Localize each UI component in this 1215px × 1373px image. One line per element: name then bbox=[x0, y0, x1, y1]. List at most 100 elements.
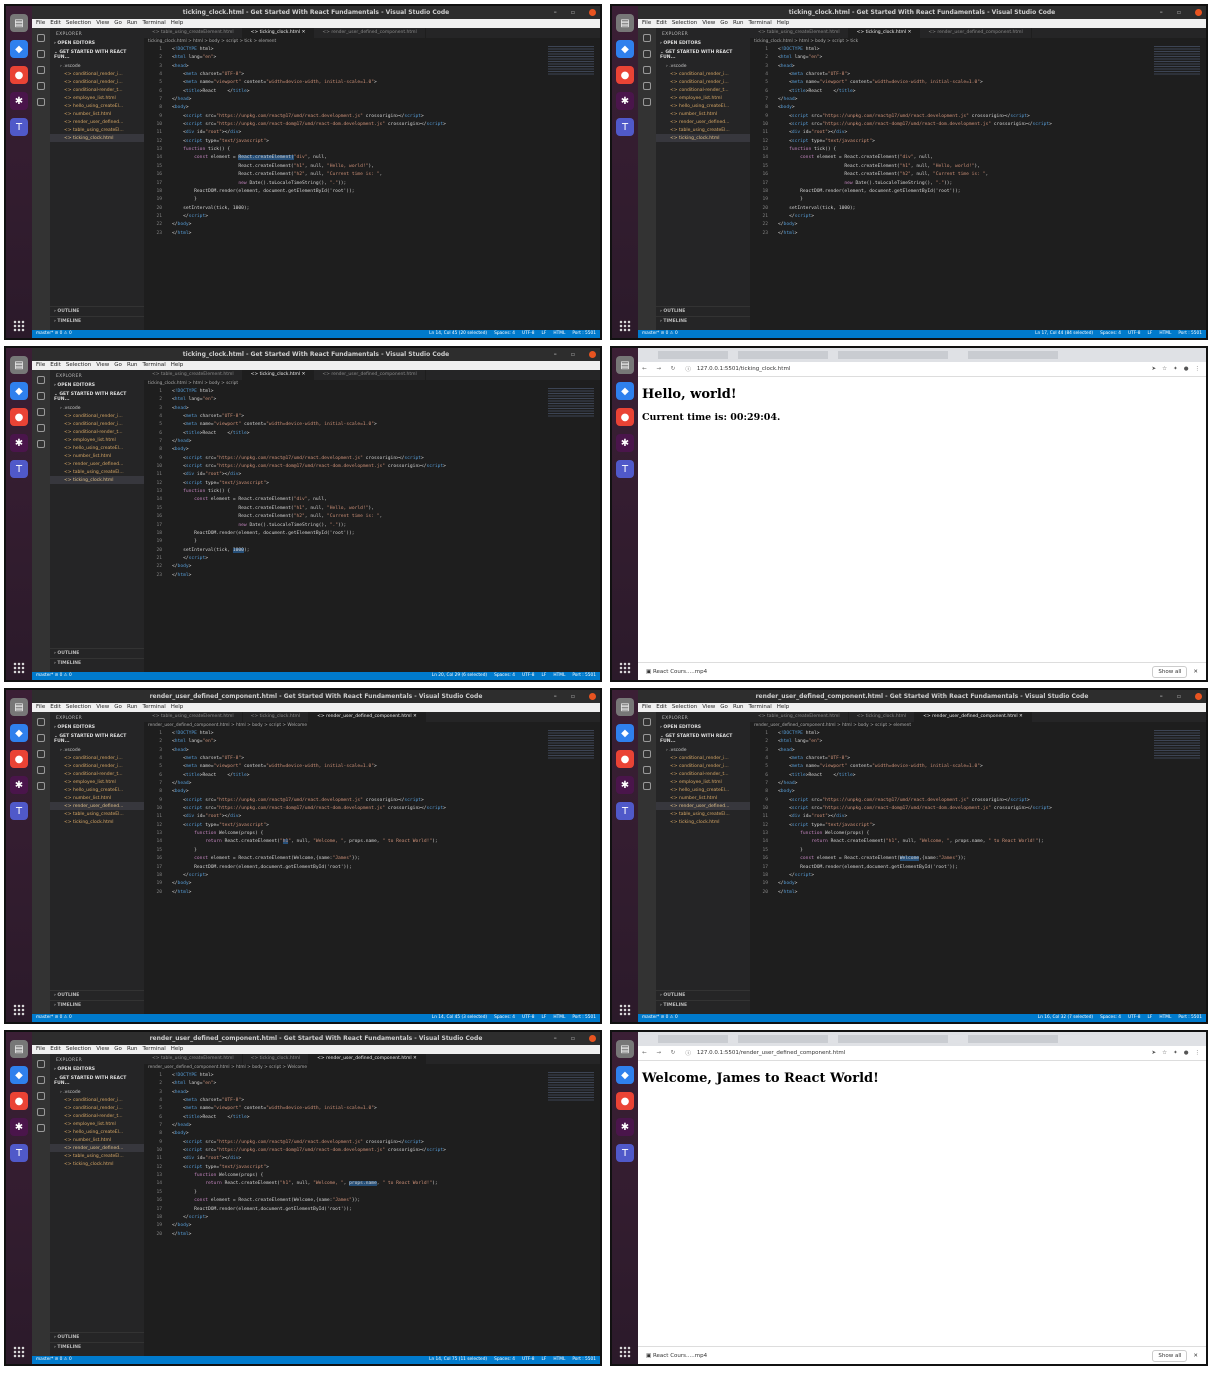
code-view[interactable]: 1 <!DOCTYPE html> 2 <html lang="en"> 3 <hea… bbox=[144, 388, 542, 672]
teams-icon[interactable]: T bbox=[616, 118, 634, 136]
editor-tab[interactable]: <> ticking_clock.html ✕ bbox=[848, 28, 921, 38]
window-controls[interactable]: – ▫ bbox=[554, 348, 596, 361]
file-item[interactable]: <> conditional-render_t... bbox=[50, 86, 144, 94]
extensions-icon[interactable]: ✦ bbox=[1173, 366, 1178, 372]
status-item[interactable]: Spaces: 4 bbox=[494, 1357, 515, 1362]
show-all-button[interactable]: Show all bbox=[1152, 1349, 1188, 1362]
editor-tab[interactable]: <> table_using_createElement.html bbox=[750, 28, 849, 38]
open-editors-section[interactable]: › OPEN EDITORS bbox=[656, 39, 750, 48]
file-item[interactable]: <> conditional_render_i... bbox=[50, 420, 144, 428]
cursor-position[interactable]: Ln 17, Col 44 (84 selected) bbox=[1035, 331, 1093, 336]
file-item[interactable]: <> table_using_createEl... bbox=[50, 126, 144, 134]
file-item[interactable]: <> conditional-render_t... bbox=[50, 1112, 144, 1120]
teams-icon[interactable]: T bbox=[616, 1144, 634, 1162]
menu-item[interactable]: Help bbox=[777, 704, 790, 710]
menu-item[interactable]: Go bbox=[720, 20, 728, 26]
minimap[interactable] bbox=[1154, 46, 1200, 76]
app-grid-icon[interactable] bbox=[13, 1004, 25, 1016]
file-item[interactable]: <> number_list.html bbox=[656, 110, 750, 118]
files-icon[interactable]: ▤ bbox=[10, 14, 28, 32]
editor-tab[interactable]: <> table_using_createElement.html bbox=[144, 712, 243, 722]
menu-item[interactable]: Terminal bbox=[142, 362, 165, 368]
branch-status[interactable]: master* ⊘ 0 ⚠ 0 bbox=[36, 672, 72, 680]
status-item[interactable]: LF bbox=[542, 331, 547, 336]
extensions-icon[interactable] bbox=[643, 782, 651, 790]
file-item[interactable]: <> number_list.html bbox=[50, 452, 144, 460]
status-item[interactable]: Port : 5501 bbox=[1178, 1015, 1202, 1020]
source-control-icon[interactable] bbox=[37, 408, 45, 416]
folder-item[interactable]: › .vscode bbox=[50, 404, 144, 412]
vscode-icon[interactable]: ◆ bbox=[10, 1066, 28, 1084]
cursor-position[interactable]: Ln 16, Col 32 (7 selected) bbox=[1038, 1015, 1093, 1020]
timeline-section[interactable]: › TIMELINE bbox=[50, 658, 144, 668]
slack-icon[interactable]: ✱ bbox=[10, 776, 28, 794]
source-control-icon[interactable] bbox=[37, 66, 45, 74]
menu-item[interactable]: File bbox=[36, 20, 45, 26]
vscode-icon[interactable]: ◆ bbox=[10, 382, 28, 400]
status-item[interactable]: HTML bbox=[1159, 1015, 1171, 1020]
status-item[interactable]: HTML bbox=[553, 1015, 565, 1020]
menu-item[interactable]: Edit bbox=[50, 362, 61, 368]
extensions-icon[interactable] bbox=[643, 98, 651, 106]
file-item[interactable]: <> employee_list.html bbox=[656, 94, 750, 102]
extensions-icon[interactable]: ✦ bbox=[1173, 1050, 1178, 1056]
file-item[interactable]: <> table_using_createEl... bbox=[656, 126, 750, 134]
file-item[interactable]: <> conditional-render_t... bbox=[50, 428, 144, 436]
chrome-icon[interactable]: ● bbox=[616, 408, 634, 426]
timeline-section[interactable]: › TIMELINE bbox=[50, 316, 144, 326]
file-item[interactable]: <> hello_using_createEl... bbox=[656, 786, 750, 794]
file-item[interactable]: <> employee_list.html bbox=[50, 1120, 144, 1128]
search-icon[interactable] bbox=[643, 734, 651, 742]
chrome-icon[interactable]: ● bbox=[10, 750, 28, 768]
file-item[interactable]: <> render_user_defined... bbox=[50, 1144, 144, 1152]
branch-status[interactable]: master* ⊘ 0 ⚠ 0 bbox=[642, 1014, 678, 1022]
project-section[interactable]: ⌄ GET STARTED WITH REACT FUN... bbox=[50, 1074, 144, 1088]
code-view[interactable]: 1 <!DOCTYPE html> 2 <html lang="en"> 3 <hea… bbox=[144, 46, 542, 330]
branch-status[interactable]: master* ⊘ 0 ⚠ 0 bbox=[36, 1014, 72, 1022]
teams-icon[interactable]: T bbox=[10, 118, 28, 136]
status-item[interactable]: Spaces: 4 bbox=[494, 1015, 515, 1020]
status-item[interactable]: Port : 5501 bbox=[572, 673, 596, 678]
editor-tab[interactable]: <> table_using_createElement.html bbox=[750, 712, 849, 722]
folder-item[interactable]: › .vscode bbox=[50, 62, 144, 70]
back-forward-reload-icons[interactable]: ← → ↻ bbox=[642, 366, 679, 372]
file-item[interactable]: <> conditional_render_i... bbox=[50, 412, 144, 420]
file-item[interactable]: <> employee_list.html bbox=[50, 94, 144, 102]
cursor-position[interactable]: Ln 20, Col 29 (6 selected) bbox=[432, 673, 487, 678]
menu-item[interactable]: View bbox=[96, 20, 109, 26]
explorer-icon[interactable] bbox=[643, 718, 651, 726]
minimap[interactable] bbox=[548, 1072, 594, 1102]
status-item[interactable]: UTF-8 bbox=[522, 1357, 535, 1362]
file-item[interactable]: <> render_user_defined... bbox=[50, 460, 144, 468]
file-item[interactable]: <> ticking_clock.html bbox=[50, 476, 144, 484]
menu-item[interactable]: Run bbox=[127, 704, 138, 710]
teams-icon[interactable]: T bbox=[10, 460, 28, 478]
slack-icon[interactable]: ✱ bbox=[616, 1118, 634, 1136]
file-item[interactable]: <> hello_using_createEl... bbox=[50, 102, 144, 110]
file-item[interactable]: <> number_list.html bbox=[50, 110, 144, 118]
outline-section[interactable]: › OUTLINE bbox=[656, 306, 750, 316]
status-item[interactable]: HTML bbox=[553, 331, 565, 336]
file-item[interactable]: <> conditional_render_i... bbox=[50, 1104, 144, 1112]
file-item[interactable]: <> render_user_defined... bbox=[50, 118, 144, 126]
editor-tab[interactable]: <> render_user_defined_component.html ✕ bbox=[915, 712, 1032, 722]
status-item[interactable]: Port : 5501 bbox=[572, 331, 596, 336]
run-debug-icon[interactable] bbox=[37, 82, 45, 90]
files-icon[interactable]: ▤ bbox=[10, 1040, 28, 1058]
vscode-icon[interactable]: ◆ bbox=[616, 382, 634, 400]
project-section[interactable]: ⌄ GET STARTED WITH REACT FUN... bbox=[656, 48, 750, 62]
outline-section[interactable]: › OUTLINE bbox=[50, 990, 144, 1000]
project-section[interactable]: ⌄ GET STARTED WITH REACT FUN... bbox=[50, 732, 144, 746]
explorer-icon[interactable] bbox=[37, 34, 45, 42]
files-icon[interactable]: ▤ bbox=[10, 356, 28, 374]
file-item[interactable]: <> ticking_clock.html bbox=[656, 134, 750, 142]
open-editors-section[interactable]: › OPEN EDITORS bbox=[50, 723, 144, 732]
show-all-button[interactable]: Show all bbox=[1152, 665, 1188, 678]
vscode-icon[interactable]: ◆ bbox=[10, 40, 28, 58]
menu-item[interactable]: Go bbox=[114, 1046, 122, 1052]
source-control-icon[interactable] bbox=[37, 750, 45, 758]
window-controls[interactable]: – ▫ bbox=[1160, 690, 1202, 703]
chrome-icon[interactable]: ● bbox=[10, 408, 28, 426]
menu-item[interactable]: File bbox=[36, 704, 45, 710]
project-section[interactable]: ⌄ GET STARTED WITH REACT FUN... bbox=[50, 390, 144, 404]
